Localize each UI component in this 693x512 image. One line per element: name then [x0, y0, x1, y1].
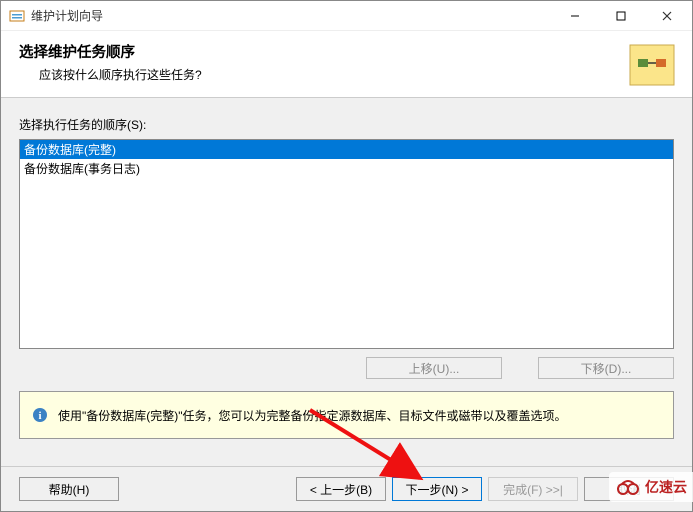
page-title: 选择维护任务顺序 — [19, 41, 618, 62]
header-text: 选择维护任务顺序 应该按什么顺序执行这些任务? — [19, 41, 618, 89]
minimize-button[interactable] — [552, 1, 598, 31]
titlebar: 维护计划向导 — [1, 1, 692, 31]
wizard-footer: 帮助(H) < 上一步(B) 下一步(N) > 完成(F) >>| 取消 — [1, 466, 692, 511]
move-up-button[interactable]: 上移(U)... — [366, 357, 502, 379]
move-buttons-row: 上移(U)... 下移(D)... — [19, 349, 674, 391]
window-controls — [552, 1, 690, 31]
info-text: 使用"备份数据库(完整)"任务，您可以为完整备份指定源数据库、目标文件或磁带以及… — [58, 407, 567, 424]
move-down-button[interactable]: 下移(D)... — [538, 357, 674, 379]
window-title: 维护计划向导 — [31, 7, 552, 24]
help-button[interactable]: 帮助(H) — [19, 477, 119, 501]
maximize-button[interactable] — [598, 1, 644, 31]
wizard-window: 维护计划向导 选择维护任务顺序 应该按什么顺序执行这些任务? 选择执行任务的顺序… — [0, 0, 693, 512]
wizard-header: 选择维护任务顺序 应该按什么顺序执行这些任务? — [1, 31, 692, 98]
back-button[interactable]: < 上一步(B) — [296, 477, 386, 501]
app-icon — [9, 8, 25, 24]
page-subtitle: 应该按什么顺序执行这些任务? — [19, 66, 618, 83]
cancel-button[interactable]: 取消 — [584, 477, 674, 501]
footer-left: 帮助(H) — [19, 477, 119, 501]
header-decoration-icon — [618, 41, 678, 89]
next-button[interactable]: 下一步(N) > — [392, 477, 482, 501]
info-panel: i 使用"备份数据库(完整)"任务，您可以为完整备份指定源数据库、目标文件或磁带… — [19, 391, 674, 439]
svg-text:i: i — [38, 410, 41, 422]
info-icon: i — [32, 407, 48, 423]
close-button[interactable] — [644, 1, 690, 31]
task-order-listbox[interactable]: 备份数据库(完整) 备份数据库(事务日志) — [19, 139, 674, 349]
list-item[interactable]: 备份数据库(完整) — [20, 140, 673, 159]
finish-button: 完成(F) >>| — [488, 477, 578, 501]
list-label: 选择执行任务的顺序(S): — [19, 116, 674, 133]
content-area: 选择执行任务的顺序(S): 备份数据库(完整) 备份数据库(事务日志) 上移(U… — [1, 98, 692, 466]
list-item[interactable]: 备份数据库(事务日志) — [20, 159, 673, 178]
